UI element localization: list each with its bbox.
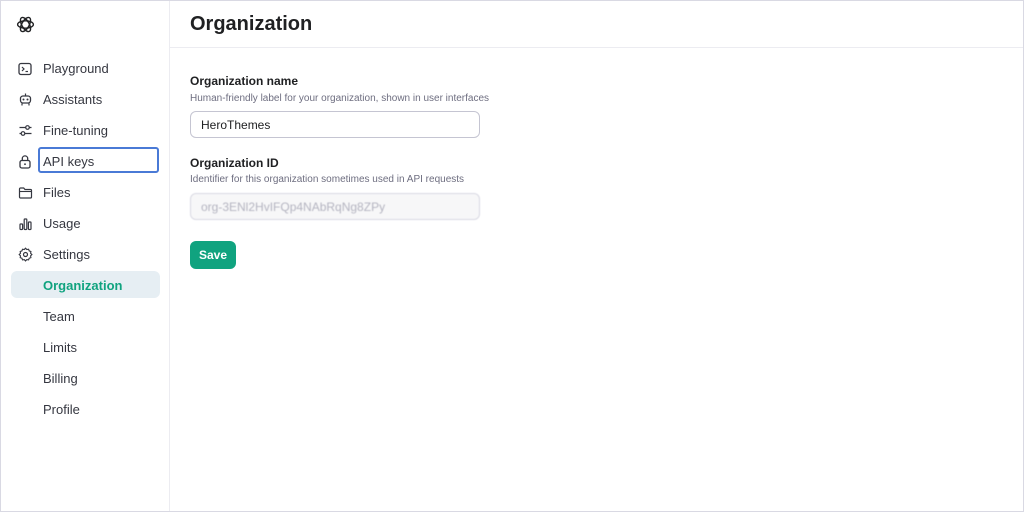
org-name-label: Organization name [190, 74, 298, 88]
sidebar-item-label: Playground [43, 61, 109, 76]
sidebar-subitem-label: Organization [43, 278, 122, 293]
gear-icon [17, 247, 33, 263]
sidebar-nav: Playground Assistants Fine-tuning API [1, 53, 169, 425]
sidebar-item-label: Fine-tuning [43, 123, 108, 138]
sidebar-item-team[interactable]: Team [1, 301, 169, 332]
sidebar-item-limits[interactable]: Limits [1, 332, 169, 363]
sidebar-item-usage[interactable]: Usage [1, 208, 169, 239]
openai-logo-icon[interactable] [15, 14, 36, 35]
sidebar-item-fine-tuning[interactable]: Fine-tuning [1, 115, 169, 146]
sidebar-item-billing[interactable]: Billing [1, 363, 169, 394]
terminal-icon [17, 61, 33, 77]
org-name-help: Human-friendly label for your organizati… [190, 93, 489, 104]
save-button[interactable]: Save [190, 241, 236, 269]
sidebar-item-profile[interactable]: Profile [1, 394, 169, 425]
org-name-input[interactable] [190, 111, 480, 138]
org-id-field[interactable] [190, 193, 480, 220]
sidebar-item-label: Usage [43, 216, 81, 231]
org-id-help: Identifier for this organization sometim… [190, 174, 464, 185]
sidebar-subitem-label: Billing [43, 371, 78, 386]
sidebar-subitem-label: Limits [43, 340, 77, 355]
sidebar-item-label: Files [43, 185, 70, 200]
sliders-icon [17, 123, 33, 139]
sidebar-subitem-label: Profile [43, 402, 80, 417]
sidebar-item-api-keys[interactable]: API keys [1, 146, 169, 177]
sidebar-subitem-label: Team [43, 309, 75, 324]
sidebar-item-settings[interactable]: Settings [1, 239, 169, 270]
app-window: Playground Assistants Fine-tuning API [0, 0, 1024, 512]
sidebar-item-label: API keys [43, 154, 94, 169]
folder-icon [17, 185, 33, 201]
page-title: Organization [190, 13, 312, 36]
sidebar-item-organization[interactable]: Organization [1, 270, 169, 301]
sidebar-item-label: Settings [43, 247, 90, 262]
org-id-label: Organization ID [190, 156, 279, 170]
page-header: Organization [170, 1, 1023, 48]
main-content: Organization Organization name Human-fri… [170, 1, 1023, 511]
sidebar-item-assistants[interactable]: Assistants [1, 84, 169, 115]
sidebar-item-playground[interactable]: Playground [1, 53, 169, 84]
lock-icon [17, 154, 33, 170]
bar-chart-icon [17, 216, 33, 232]
sidebar-item-label: Assistants [43, 92, 102, 107]
robot-icon [17, 92, 33, 108]
sidebar: Playground Assistants Fine-tuning API [1, 1, 170, 511]
sidebar-item-files[interactable]: Files [1, 177, 169, 208]
